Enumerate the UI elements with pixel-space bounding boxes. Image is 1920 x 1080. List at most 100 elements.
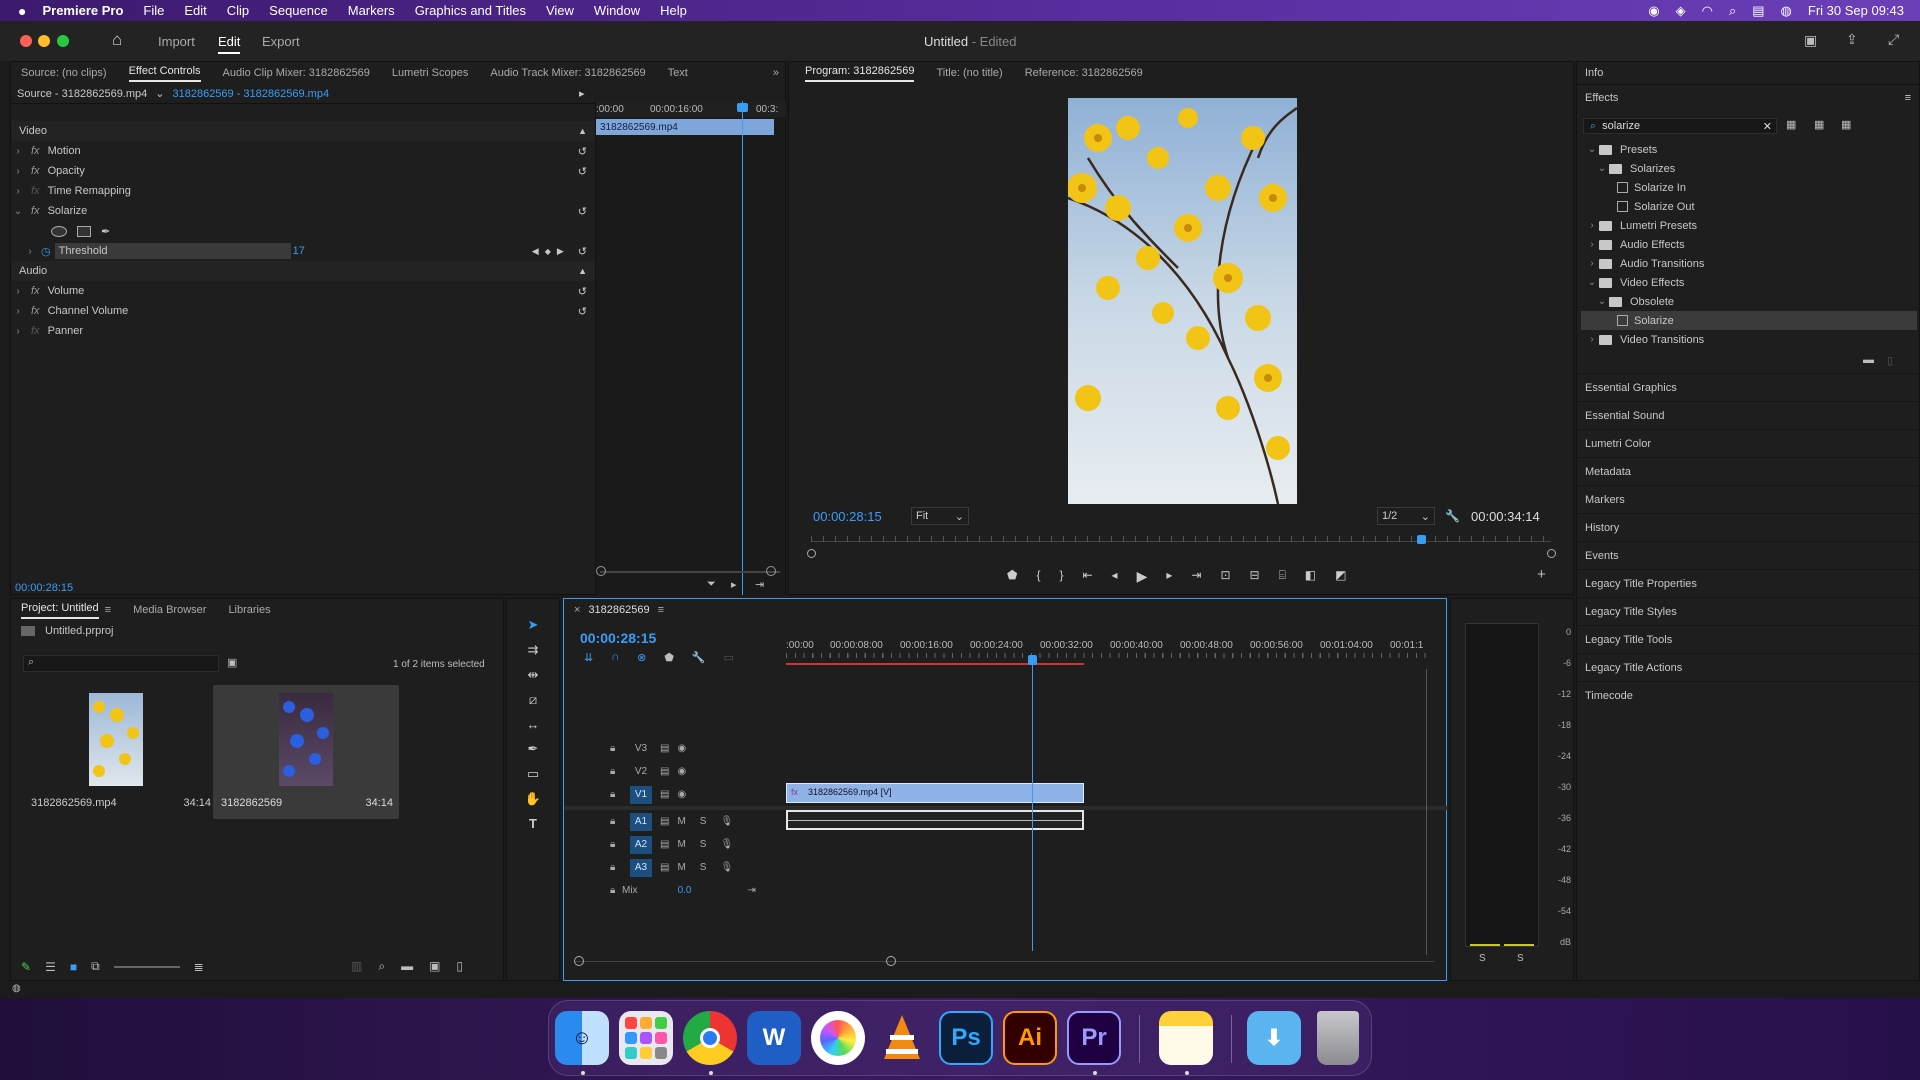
tab-media-browser[interactable]: Media Browser: [133, 604, 206, 616]
panel-menu-icon[interactable]: ≡: [658, 604, 664, 616]
home-icon[interactable]: ⌂: [112, 30, 122, 50]
threshold-row[interactable]: › ◷ Threshold 17 ◀ ◆ ▶ ↺: [11, 241, 595, 261]
mute-button[interactable]: M: [677, 862, 685, 873]
microphone-icon[interactable]: 🎙︎: [720, 816, 733, 827]
timeline-settings-icon[interactable]: 🔧: [692, 651, 706, 664]
track-label[interactable]: V1: [630, 785, 652, 804]
reset-icon[interactable]: ↺: [578, 205, 587, 218]
tab-reference[interactable]: Reference: 3182862569: [1025, 67, 1143, 79]
dock-finder-icon[interactable]: ☺: [555, 1011, 609, 1065]
reset-icon[interactable]: ↺: [578, 285, 587, 298]
sync-lock-icon[interactable]: ▤: [660, 743, 669, 754]
proxy-toggle-icon[interactable]: ◩: [1335, 568, 1346, 585]
effect-row-volume[interactable]: › fx Volume ↺: [11, 281, 595, 301]
tree-item-lumetri-presets[interactable]: › Lumetri Presets: [1581, 216, 1917, 235]
panel-menu-icon[interactable]: ≡: [1905, 92, 1911, 104]
reset-icon[interactable]: ↺: [578, 165, 587, 178]
menu-graphics[interactable]: Graphics and Titles: [415, 3, 526, 18]
effect-row-time-remapping[interactable]: › fx Time Remapping: [11, 181, 595, 201]
solo-button[interactable]: S: [700, 862, 707, 873]
panel-metadata[interactable]: Metadata: [1577, 457, 1919, 485]
razor-tool-icon[interactable]: ⧄: [529, 692, 537, 708]
settings-wrench-icon[interactable]: 🔧: [1445, 509, 1460, 523]
ec-zoom-scrollbar[interactable]: [600, 571, 780, 573]
panel-menu-icon[interactable]: ≡: [105, 604, 111, 616]
dock-notes-icon[interactable]: [1159, 1011, 1213, 1065]
extract-icon[interactable]: ⊟: [1250, 568, 1260, 585]
menu-clip[interactable]: Clip: [227, 3, 249, 18]
ec-zoom-handle-right[interactable]: [766, 566, 776, 576]
search-icon[interactable]: ⌕: [1729, 3, 1736, 19]
delete-icon[interactable]: ▯: [1887, 354, 1893, 367]
mute-button[interactable]: M: [677, 816, 685, 827]
write-protect-icon[interactable]: ✎: [21, 960, 31, 974]
share-icon[interactable]: ⇪: [1846, 31, 1858, 48]
panel-legacy-title-styles[interactable]: Legacy Title Styles: [1577, 597, 1919, 625]
tree-item-presets[interactable]: ⌄ Presets: [1581, 140, 1917, 159]
sequence-clip-label[interactable]: 3182862569 - 3182862569.mp4: [172, 88, 329, 100]
sync-lock-icon[interactable]: ▤: [660, 839, 669, 850]
tree-item-solarize-out[interactable]: Solarize Out: [1581, 197, 1917, 216]
dock-vlc-icon[interactable]: [875, 1011, 929, 1065]
dock-chrome-icon[interactable]: [683, 1011, 737, 1065]
ec-zoom-handle-left[interactable]: [596, 566, 606, 576]
dock-photoshop-icon[interactable]: Ps: [939, 1011, 993, 1065]
add-marker-icon[interactable]: ⬟: [664, 651, 674, 664]
sync-lock-icon[interactable]: ▤: [660, 789, 669, 800]
step-back-icon[interactable]: ◂: [1112, 568, 1118, 585]
program-zoom-left[interactable]: [807, 549, 816, 558]
microphone-icon[interactable]: 🎙︎: [720, 862, 733, 873]
siri-icon[interactable]: ◍: [1781, 3, 1792, 19]
track-label[interactable]: A1: [630, 812, 652, 831]
next-keyframe-icon[interactable]: ▶: [557, 246, 564, 257]
tree-item-audio-effects[interactable]: › Audio Effects: [1581, 235, 1917, 254]
solo-button[interactable]: S: [700, 839, 707, 850]
tab-source[interactable]: Source: (no clips): [21, 67, 107, 79]
panel-legacy-title-tools[interactable]: Legacy Title Tools: [1577, 625, 1919, 653]
dock-photos-icon[interactable]: [811, 1011, 865, 1065]
resolution-dropdown[interactable]: 1/2 ⌄: [1377, 507, 1435, 525]
ellipse-mask-icon[interactable]: [51, 225, 67, 237]
play-only-audio-icon[interactable]: ▸: [731, 578, 737, 591]
tab-edit[interactable]: Edit: [218, 34, 241, 54]
accelerated-effects-icon[interactable]: ▦: [1786, 118, 1796, 131]
list-view-icon[interactable]: ☰: [45, 960, 56, 974]
clear-icon[interactable]: ▯: [456, 959, 463, 974]
tab-libraries[interactable]: Libraries: [228, 604, 270, 616]
chevron-down-icon[interactable]: ⌄: [155, 87, 164, 100]
eye-icon[interactable]: ◉: [677, 766, 686, 777]
effect-row-solarize[interactable]: ⌄ fx Solarize ↺: [11, 201, 595, 221]
icon-view-icon[interactable]: ■: [70, 960, 77, 974]
linked-selection-icon[interactable]: ⊗: [637, 651, 646, 664]
lock-icon[interactable]: 🔒︎: [610, 885, 622, 896]
stopwatch-icon[interactable]: ◷: [41, 245, 51, 258]
more-tabs-icon[interactable]: »: [773, 67, 779, 79]
sync-lock-icon[interactable]: ▤: [660, 766, 669, 777]
tree-item-video-transitions[interactable]: › Video Transitions: [1581, 330, 1917, 349]
tab-text[interactable]: Text: [668, 67, 688, 79]
play-clip-icon[interactable]: ▸: [579, 87, 585, 100]
track-label[interactable]: A3: [630, 858, 652, 877]
timeline-ruler[interactable]: :00:00 00:00:08:00 00:00:16:00 00:00:24:…: [786, 637, 1426, 659]
menu-sequence[interactable]: Sequence: [269, 3, 328, 18]
lock-icon[interactable]: 🔒︎: [610, 743, 630, 754]
tab-title[interactable]: Title: (no title): [936, 67, 1002, 79]
go-to-end-icon[interactable]: ⇥: [747, 885, 755, 896]
comparison-view-icon[interactable]: ◧: [1305, 568, 1316, 585]
mark-in-icon[interactable]: {: [1036, 568, 1040, 585]
rectangle-tool-icon[interactable]: ▭: [527, 766, 539, 782]
ripple-edit-tool-icon[interactable]: ⇹: [528, 667, 539, 683]
pen-mask-icon[interactable]: ✒: [101, 225, 110, 238]
track-select-tool-icon[interactable]: ⇉: [528, 642, 539, 658]
add-keyframe-icon[interactable]: ◆: [545, 247, 551, 256]
creative-cloud-icon[interactable]: ◉: [1648, 3, 1659, 19]
tree-item-obsolete[interactable]: ⌄ Obsolete: [1581, 292, 1917, 311]
menu-help[interactable]: Help: [660, 3, 687, 18]
tab-sequence[interactable]: 3182862569: [588, 604, 649, 616]
app-menu[interactable]: Premiere Pro: [42, 3, 123, 18]
tab-export[interactable]: Export: [262, 34, 300, 49]
effect-row-channel-volume[interactable]: › fx Channel Volume ↺: [11, 301, 595, 321]
panel-timecode[interactable]: Timecode: [1577, 681, 1919, 709]
mark-out-icon[interactable]: }: [1059, 568, 1063, 585]
dock-launchpad-icon[interactable]: [619, 1011, 673, 1065]
